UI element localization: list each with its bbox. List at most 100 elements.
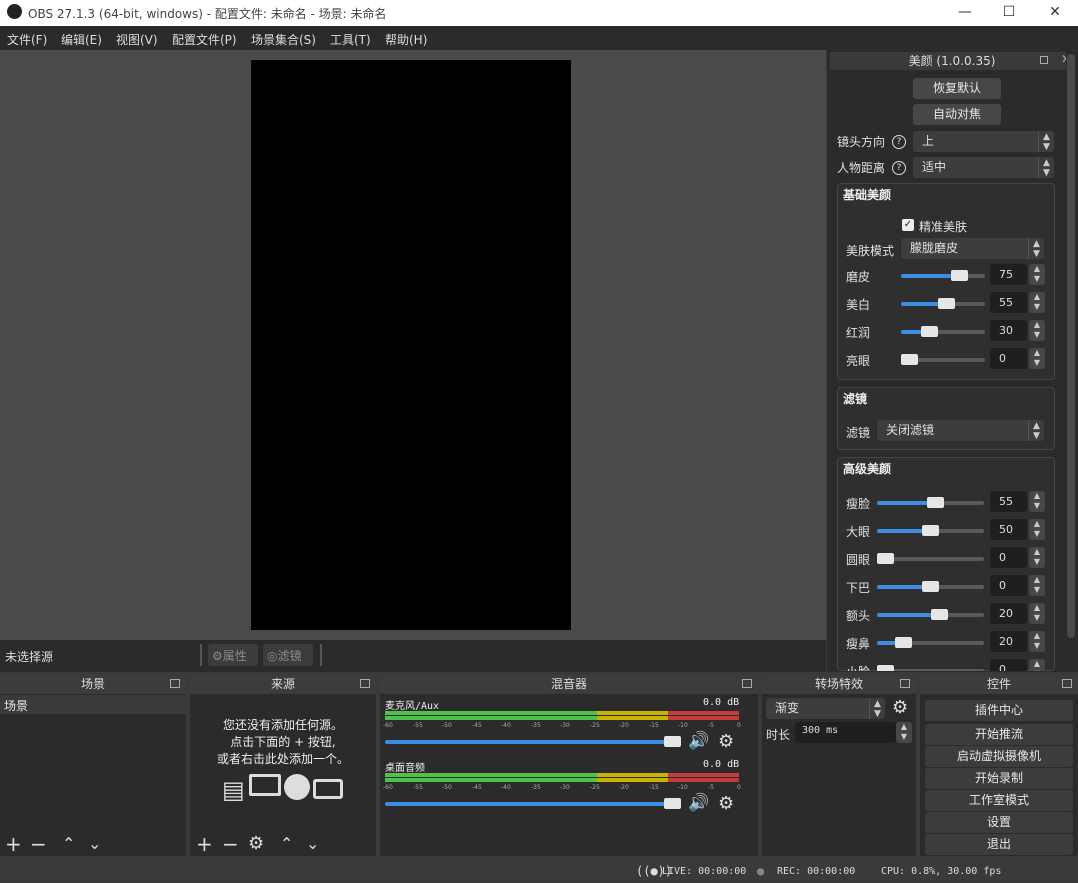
- settings-button[interactable]: 设置: [925, 812, 1073, 833]
- value-input[interactable]: 55: [990, 491, 1027, 512]
- slider-handle[interactable]: [901, 354, 918, 365]
- beauty.advanced-slider[interactable]: [877, 497, 984, 508]
- beauty.basic-slider[interactable]: [901, 354, 985, 365]
- value-stepper[interactable]: ▲▼: [1029, 348, 1045, 369]
- remove-source-icon[interactable]: −: [222, 834, 239, 854]
- value-stepper[interactable]: ▲▼: [1029, 603, 1045, 624]
- properties-button[interactable]: ⚙属性: [208, 644, 258, 666]
- move-down-icon[interactable]: ⌄: [88, 834, 101, 854]
- studio-mode-button[interactable]: 工作室模式: [925, 790, 1073, 811]
- distance-select[interactable]: 适中 ▲ ▼: [913, 157, 1054, 178]
- volume-handle[interactable]: [664, 736, 681, 747]
- float-icon[interactable]: [1062, 679, 1072, 688]
- scenes-list[interactable]: [0, 694, 186, 856]
- beauty.advanced-slider[interactable]: [877, 637, 984, 648]
- value-input[interactable]: 75: [990, 264, 1027, 285]
- value-input[interactable]: 0: [990, 575, 1027, 596]
- menu-edit[interactable]: 编辑(E): [61, 31, 102, 48]
- add-source-icon[interactable]: +: [196, 834, 213, 854]
- value-stepper[interactable]: ▲▼: [1029, 659, 1045, 671]
- camera-direction-select[interactable]: 上 ▲ ▼: [913, 131, 1054, 152]
- value-input[interactable]: 20: [990, 603, 1027, 624]
- duration-input[interactable]: 300 ms: [795, 722, 896, 743]
- slider-handle[interactable]: [951, 270, 968, 281]
- beauty.basic-slider[interactable]: [901, 298, 985, 309]
- beauty.basic-slider[interactable]: [901, 270, 985, 281]
- slider-handle[interactable]: [922, 525, 939, 536]
- beauty.advanced-slider[interactable]: [877, 581, 984, 592]
- volume-slider[interactable]: [385, 736, 681, 747]
- add-scene-icon[interactable]: +: [5, 834, 22, 854]
- value-stepper[interactable]: ▲▼: [1029, 320, 1045, 341]
- float-icon[interactable]: [742, 679, 752, 688]
- menu-help[interactable]: 帮助(H): [385, 31, 427, 48]
- gear-icon[interactable]: ⚙: [718, 731, 734, 752]
- value-stepper[interactable]: ▲▼: [1029, 292, 1045, 313]
- gear-icon[interactable]: ⚙: [248, 834, 264, 854]
- checkbox-precise-skin[interactable]: ✓: [902, 219, 914, 231]
- move-up-icon[interactable]: ⌃: [280, 834, 293, 854]
- slider-handle[interactable]: [927, 497, 944, 508]
- menu-tools[interactable]: 工具(T): [330, 31, 371, 48]
- value-stepper[interactable]: ▲▼: [1029, 547, 1045, 568]
- remove-scene-icon[interactable]: −: [30, 834, 47, 854]
- skin-mode-select[interactable]: 朦胧磨皮 ▲ ▼: [901, 238, 1044, 259]
- menu-file[interactable]: 文件(F): [7, 31, 47, 48]
- filters-button[interactable]: ◎滤镜: [263, 644, 313, 666]
- value-input[interactable]: 55: [990, 292, 1027, 313]
- float-icon[interactable]: [1040, 56, 1048, 64]
- slider-handle[interactable]: [877, 553, 894, 564]
- scene-item[interactable]: 场景: [0, 695, 186, 714]
- maximize-icon[interactable]: ☐: [986, 2, 1032, 24]
- start-virtual-camera-button[interactable]: 启动虚拟摄像机: [925, 746, 1073, 767]
- scrollbar-thumb[interactable]: [1067, 54, 1075, 638]
- menu-scene-collection[interactable]: 场景集合(S): [251, 31, 316, 48]
- float-icon[interactable]: [900, 679, 910, 688]
- beauty.advanced-slider[interactable]: [877, 665, 984, 671]
- help-icon[interactable]: ?: [892, 135, 906, 149]
- beauty.advanced-slider[interactable]: [877, 525, 984, 536]
- volume-slider[interactable]: [385, 798, 681, 809]
- slider-handle[interactable]: [922, 581, 939, 592]
- auto-focus-button[interactable]: 自动对焦: [913, 104, 1001, 125]
- plugin-center-button[interactable]: 插件中心: [925, 700, 1073, 721]
- close-icon[interactable]: ✕: [1032, 2, 1078, 24]
- exit-button[interactable]: 退出: [925, 834, 1073, 855]
- float-icon[interactable]: [170, 679, 180, 688]
- move-up-icon[interactable]: ⌃: [62, 834, 75, 854]
- speaker-icon[interactable]: 🔊: [688, 793, 709, 813]
- value-input[interactable]: 0: [990, 547, 1027, 568]
- start-streaming-button[interactable]: 开始推流: [925, 724, 1073, 745]
- move-down-icon[interactable]: ⌄: [306, 834, 319, 854]
- value-stepper[interactable]: ▲▼: [1029, 631, 1045, 652]
- slider-handle[interactable]: [877, 665, 894, 671]
- restore-default-button[interactable]: 恢复默认: [913, 78, 1001, 99]
- slider-handle[interactable]: [921, 326, 938, 337]
- value-stepper[interactable]: ▲▼: [1029, 519, 1045, 540]
- speaker-icon[interactable]: 🔊: [688, 731, 709, 751]
- value-input[interactable]: 0: [990, 348, 1027, 369]
- menu-view[interactable]: 视图(V): [116, 31, 158, 48]
- value-input[interactable]: 30: [990, 320, 1027, 341]
- value-stepper[interactable]: ▲▼: [1029, 264, 1045, 285]
- beauty.basic-slider[interactable]: [901, 326, 985, 337]
- start-recording-button[interactable]: 开始录制: [925, 768, 1073, 789]
- filter-select[interactable]: 关闭滤镜 ▲ ▼: [877, 420, 1044, 441]
- help-icon[interactable]: ?: [892, 161, 906, 175]
- menu-profile[interactable]: 配置文件(P): [172, 31, 237, 48]
- preview-canvas[interactable]: [251, 60, 571, 630]
- slider-handle[interactable]: [931, 609, 948, 620]
- volume-handle[interactable]: [664, 798, 681, 809]
- value-input[interactable]: 20: [990, 631, 1027, 652]
- gear-icon[interactable]: ⚙: [718, 793, 734, 814]
- value-input[interactable]: 50: [990, 519, 1027, 540]
- slider-handle[interactable]: [938, 298, 955, 309]
- gear-icon[interactable]: ⚙: [892, 697, 908, 718]
- value-stepper[interactable]: ▲▼: [1029, 575, 1045, 596]
- beauty.advanced-slider[interactable]: [877, 553, 984, 564]
- value-stepper[interactable]: ▲▼: [1029, 491, 1045, 512]
- float-icon[interactable]: [360, 679, 370, 688]
- value-input[interactable]: 0: [990, 659, 1027, 671]
- transition-select[interactable]: 渐变 ▲ ▼: [766, 698, 885, 719]
- duration-stepper[interactable]: ▲ ▼: [896, 722, 912, 743]
